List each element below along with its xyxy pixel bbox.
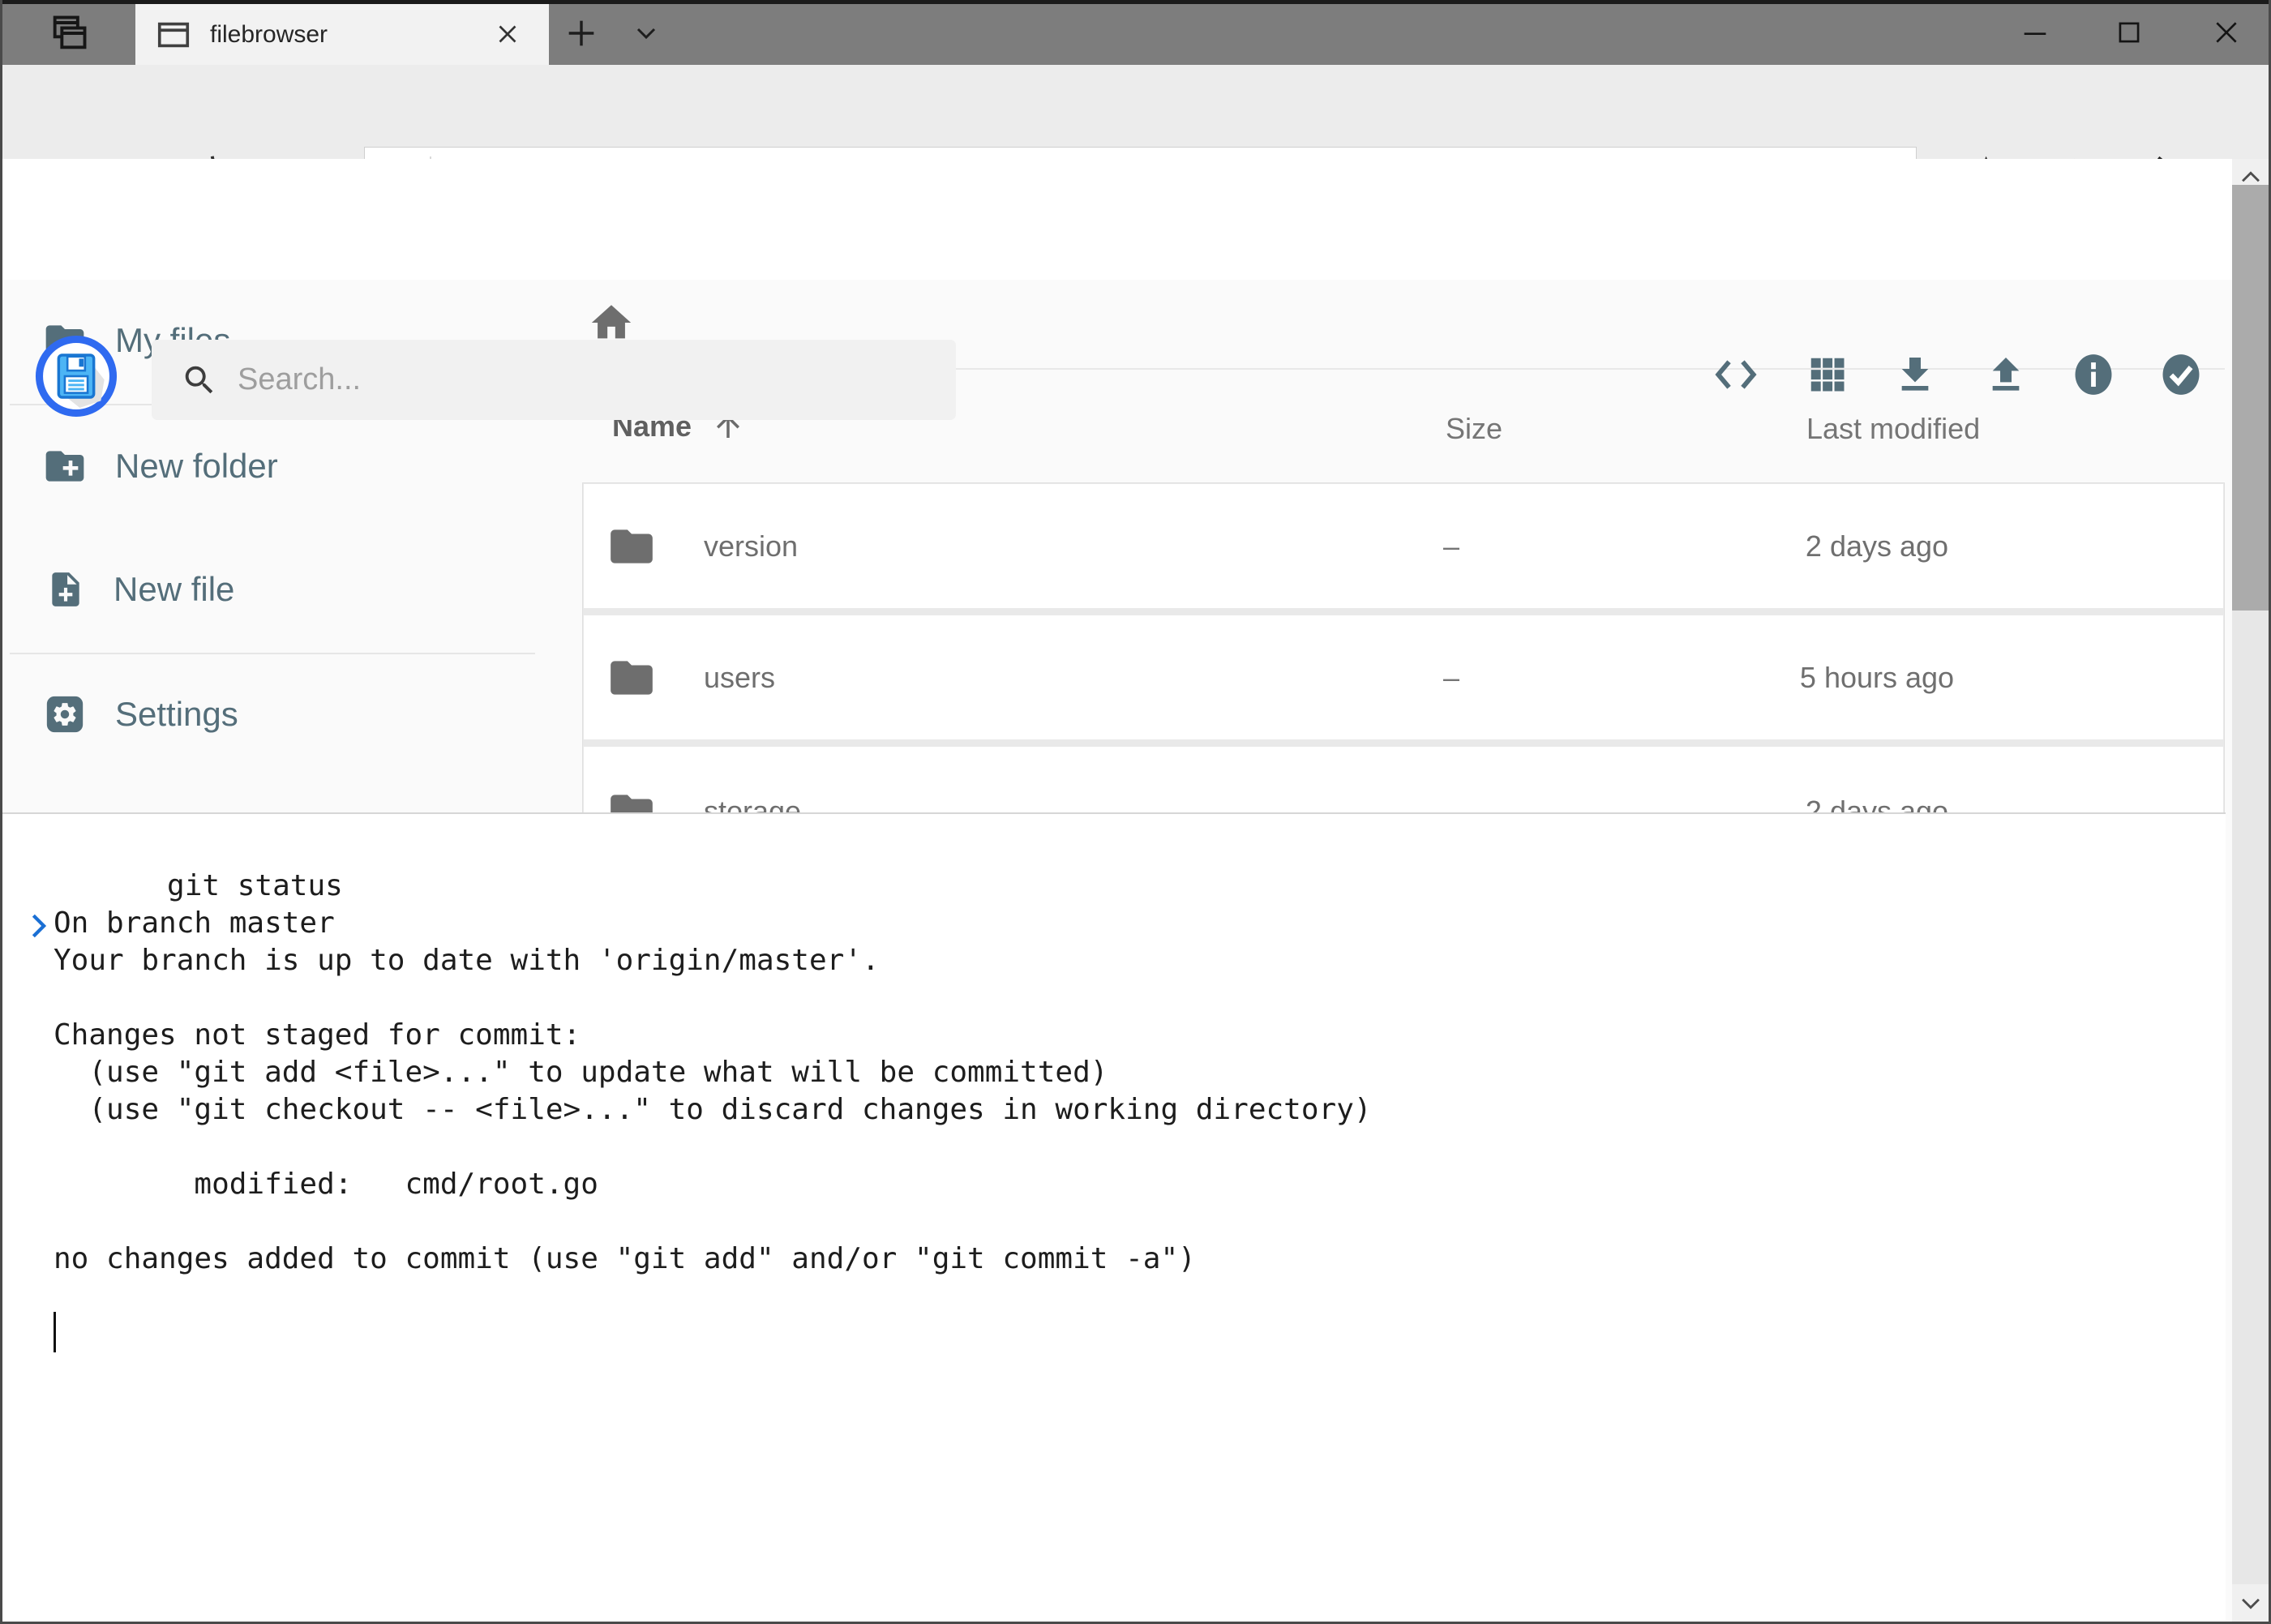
terminal-output-line	[0, 868, 2226, 905]
select-check-icon[interactable]	[2155, 349, 2207, 401]
download-icon[interactable]	[1889, 349, 1941, 401]
table-row[interactable]: users – 5 hours ago	[584, 615, 2223, 739]
window-border-left	[0, 0, 2, 1624]
terminal-cursor	[54, 1312, 56, 1352]
address-toolbar: filebrowser.web/files/	[0, 65, 2271, 160]
app-header	[0, 159, 2271, 280]
new-tab-button[interactable]	[553, 5, 610, 62]
column-header-size[interactable]: Size	[1446, 412, 1502, 446]
scrollbar-thumb[interactable]	[2232, 185, 2269, 611]
sidebar-item-new-file[interactable]: New file	[0, 541, 559, 638]
sidebar-item-label: New folder	[115, 447, 278, 486]
search-box[interactable]	[152, 340, 956, 420]
folder-plus-icon	[42, 443, 88, 489]
folder-icon	[606, 653, 657, 703]
file-modified: 5 hours ago	[1755, 661, 1999, 695]
terminal-output-line	[0, 1203, 2226, 1240]
terminal-output-line: On branch master	[0, 905, 2226, 942]
upload-icon[interactable]	[1980, 349, 2032, 401]
terminal-prompt-line: git status	[0, 830, 2226, 868]
file-plus-icon	[45, 568, 86, 611]
tab-bar: filebrowser	[0, 0, 2271, 65]
file-name: version	[704, 529, 798, 563]
file-name: users	[704, 661, 775, 695]
terminal-output-line: no changes added to commit (use "git add…	[0, 1240, 2226, 1278]
info-icon[interactable]	[2067, 349, 2119, 401]
sidebar-item-new-folder[interactable]: New folder	[0, 418, 559, 515]
gear-icon	[42, 692, 88, 737]
sidebar-item-label: Settings	[115, 695, 238, 734]
tab-close-icon[interactable]	[492, 19, 523, 49]
tab-list-chevron-icon[interactable]	[618, 5, 675, 62]
terminal-output-line: Your branch is up to date with 'origin/m…	[0, 942, 2226, 979]
browser-tab[interactable]: filebrowser	[135, 4, 549, 65]
terminal-output-line: (use "git checkout -- <file>..." to disc…	[0, 1091, 2226, 1129]
terminal-output-line: modified: cmd/root.go	[0, 1166, 2226, 1203]
folder-icon	[606, 521, 657, 572]
search-input[interactable]	[236, 362, 888, 398]
close-button[interactable]	[2190, 5, 2263, 60]
search-icon	[181, 362, 218, 399]
table-row[interactable]: version – 2 days ago	[584, 484, 2223, 608]
terminal-output-line: Changes not staged for commit:	[0, 1017, 2226, 1054]
file-modified: 2 days ago	[1755, 529, 1999, 563]
terminal-output-line: (use "git add <file>..." to update what …	[0, 1054, 2226, 1091]
page-favicon-icon	[155, 16, 192, 54]
file-size: –	[1443, 661, 1459, 695]
page-scrollbar[interactable]	[2232, 159, 2269, 1622]
terminal-panel[interactable]: git status On branch master Your branch …	[0, 812, 2226, 1624]
sidebar-divider	[10, 653, 535, 654]
scroll-down-button[interactable]	[2232, 1584, 2269, 1622]
screen: filebrowser	[0, 0, 2271, 1624]
terminal-cursor-line	[0, 1315, 2226, 1352]
filebrowser-logo[interactable]	[34, 334, 118, 418]
sidebar-item-settings[interactable]: Settings	[0, 666, 559, 763]
terminal-output-line	[0, 1278, 2226, 1315]
grid-view-icon[interactable]	[1802, 349, 1853, 401]
minimize-button[interactable]	[1999, 5, 2072, 60]
tab-preview-icon[interactable]	[41, 5, 97, 62]
file-size: –	[1443, 529, 1459, 563]
tab-title: filebrowser	[210, 21, 328, 49]
terminal-output-line	[0, 979, 2226, 1017]
sidebar-item-label: New file	[114, 570, 234, 609]
column-header-modified[interactable]: Last modified	[1806, 412, 1980, 446]
terminal-output-line	[0, 1129, 2226, 1166]
window-border-top	[0, 0, 2271, 4]
raw-code-icon[interactable]	[1710, 349, 1762, 401]
maximize-button[interactable]	[2093, 5, 2166, 60]
